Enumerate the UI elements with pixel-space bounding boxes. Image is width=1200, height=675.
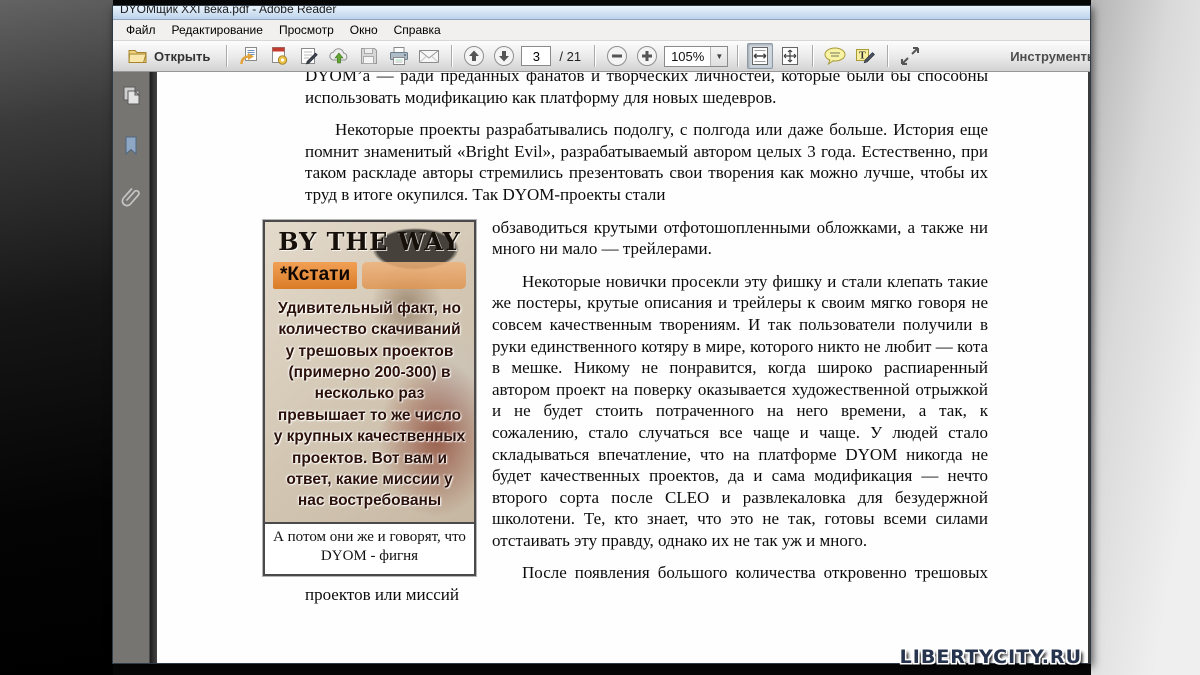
open-button[interactable]: Открыть <box>121 43 217 69</box>
menu-view[interactable]: Просмотр <box>271 21 342 39</box>
convert-to-pdf-button[interactable] <box>266 43 292 69</box>
minus-icon <box>606 45 628 67</box>
adobe-reader-window: DYOMщик XXI века.pdf - Adobe Reader Файл… <box>112 5 1091 664</box>
toolbar-separator <box>226 45 227 67</box>
bookmarks-button[interactable] <box>119 134 143 158</box>
menu-edit[interactable]: Редактирование <box>164 21 271 39</box>
print-button[interactable] <box>386 43 412 69</box>
bookmark-icon <box>122 135 140 157</box>
share-file-icon <box>239 46 259 66</box>
email-button[interactable] <box>416 43 442 69</box>
page-number-input[interactable] <box>521 46 551 66</box>
zoom-value: 105% <box>665 49 710 64</box>
kstati-label: *Кстати <box>273 262 357 289</box>
convert-to-pdf-icon <box>269 46 289 66</box>
cloud-upload-icon <box>328 46 350 66</box>
libertycity-watermark: LibertyCity.Ru <box>900 646 1082 668</box>
zoom-in-button[interactable] <box>634 43 660 69</box>
menu-window[interactable]: Окно <box>342 21 386 39</box>
tools-panel-label[interactable]: Инструменты <box>1010 49 1090 64</box>
menu-bar: Файл Редактирование Просмотр Окно Справк… <box>113 20 1090 41</box>
cloud-upload-button[interactable] <box>326 43 352 69</box>
by-the-way-artwork: BY THE WAY *Кстати Удивительный факт, но… <box>265 222 474 522</box>
comment-bubble-icon <box>823 46 847 66</box>
fit-page-icon <box>780 46 800 66</box>
sign-document-icon <box>299 46 319 66</box>
plus-icon <box>636 45 658 67</box>
save-icon <box>359 46 379 66</box>
figure-header: BY THE WAY <box>273 229 466 255</box>
attachments-button[interactable] <box>119 184 143 208</box>
window-titlebar[interactable]: DYOMщик XXI века.pdf - Adobe Reader <box>113 6 1090 20</box>
paperclip-icon <box>121 185 141 207</box>
pages-icon <box>121 85 141 107</box>
navigation-pane <box>113 72 150 663</box>
background-left <box>0 0 113 675</box>
toolbar-separator <box>812 45 813 67</box>
email-icon <box>418 47 440 65</box>
folder-open-icon <box>128 48 148 64</box>
toolbar-separator <box>594 45 595 67</box>
page-total-label: / 21 <box>559 49 581 64</box>
fit-width-button[interactable] <box>747 43 773 69</box>
pdf-page: DYOM’а — ради преданных фанатов и творче… <box>157 72 1090 663</box>
arrow-up-icon <box>463 45 485 67</box>
by-the-way-figure: BY THE WAY *Кстати Удивительный факт, но… <box>263 220 476 576</box>
expand-arrows-icon <box>899 45 921 67</box>
paragraph: DYOM’а — ради преданных фанатов и творче… <box>305 72 988 108</box>
zoom-out-button[interactable] <box>604 43 630 69</box>
highlight-text-icon: T <box>854 46 876 66</box>
page-thumbnails-button[interactable] <box>119 84 143 108</box>
save-button[interactable] <box>356 43 382 69</box>
figure-caption: А потом они же и говорят, что DYOM - фиг… <box>265 522 474 574</box>
toolbar-separator <box>887 45 888 67</box>
document-area: DYOM’а — ради преданных фанатов и творче… <box>113 72 1090 663</box>
menu-help[interactable]: Справка <box>386 21 449 39</box>
share-file-button[interactable] <box>236 43 262 69</box>
menu-file[interactable]: Файл <box>118 21 164 39</box>
toolbar: Открыть <box>113 41 1090 72</box>
chevron-down-icon[interactable]: ▼ <box>710 47 727 66</box>
arrow-down-icon <box>493 45 515 67</box>
toolbar-separator <box>737 45 738 67</box>
highlight-text-button[interactable]: T <box>852 43 878 69</box>
document-pane[interactable]: DYOM’а — ради преданных фанатов и творче… <box>150 72 1090 663</box>
fit-page-button[interactable] <box>777 43 803 69</box>
toolbar-separator <box>451 45 452 67</box>
open-label: Открыть <box>154 49 210 64</box>
sign-document-button[interactable] <box>296 43 322 69</box>
fit-width-icon <box>750 46 770 66</box>
previous-page-button[interactable] <box>461 43 487 69</box>
kstati-strip: *Кстати <box>273 262 466 289</box>
figure-body-text: Удивительный факт, но количество скачива… <box>273 298 466 512</box>
zoom-level-select[interactable]: 105% ▼ <box>664 46 728 67</box>
comment-button[interactable] <box>822 43 848 69</box>
background-right <box>1091 0 1200 675</box>
kstati-tab <box>362 262 466 289</box>
fullscreen-button[interactable] <box>897 43 923 69</box>
next-page-button[interactable] <box>491 43 517 69</box>
window-title: DYOMщик XXI века.pdf - Adobe Reader <box>120 6 336 16</box>
print-icon <box>388 46 410 66</box>
paragraph: Некоторые проекты разрабатывались подолг… <box>305 119 988 205</box>
